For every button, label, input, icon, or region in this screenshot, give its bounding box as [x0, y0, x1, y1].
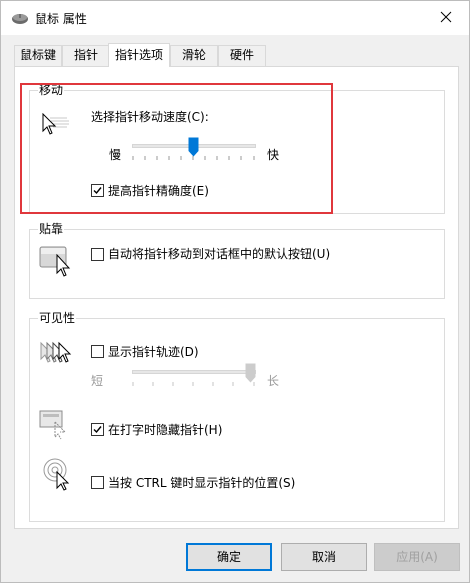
title-bar: 鼠标 属性	[1, 1, 469, 35]
trails-slider-thumb[interactable]	[245, 363, 256, 386]
hide-pointer-icon	[39, 410, 75, 443]
slow-label: 慢	[109, 148, 122, 162]
tab-hardware[interactable]: 硬件	[218, 45, 266, 66]
trails-checkbox[interactable]	[91, 345, 104, 358]
tab-label: 指针	[73, 48, 98, 62]
pointer-speed-icon	[41, 112, 71, 140]
pointer-options-panel: 移动 选择指针移动速度(C): 慢 快 提高指针精确度(E) 贴靠 自动将指针移…	[14, 66, 459, 529]
snap-to-button-icon	[39, 243, 75, 280]
window-title: 鼠标 属性	[35, 12, 87, 26]
trails-label: 显示指针轨迹(D)	[108, 345, 199, 359]
show-location-checkbox[interactable]	[91, 476, 104, 489]
close-icon	[440, 11, 452, 26]
cancel-button[interactable]: 取消	[281, 543, 367, 571]
tab-wheel[interactable]: 滑轮	[170, 45, 218, 66]
precision-checkbox[interactable]	[91, 184, 104, 197]
show-location-icon	[43, 457, 77, 494]
tab-pointer-options[interactable]: 指针选项	[108, 43, 170, 67]
apply-button[interactable]: 应用(A)	[374, 543, 460, 571]
tab-label: 滑轮	[181, 48, 206, 62]
tab-label: 硬件	[229, 48, 254, 62]
pointer-trails-icon	[39, 341, 77, 370]
tab-buttons[interactable]: 鼠标键	[14, 45, 62, 66]
speed-label: 选择指针移动速度(C):	[91, 110, 209, 124]
hide-while-typing-label: 在打字时隐藏指针(H)	[108, 423, 223, 437]
precision-label: 提高指针精确度(E)	[108, 184, 209, 198]
hide-while-typing-checkbox[interactable]	[91, 423, 104, 436]
tab-label: 鼠标键	[19, 48, 56, 62]
fast-label: 快	[267, 148, 280, 162]
checkmark-icon	[93, 426, 102, 434]
snap-group-title: 贴靠	[38, 221, 65, 237]
snap-group: 贴靠	[29, 221, 445, 299]
checkmark-icon	[93, 187, 102, 195]
trails-slider-ticks	[132, 382, 255, 386]
tab-label: 指针选项	[114, 48, 163, 62]
motion-group-title: 移动	[38, 82, 65, 98]
show-location-label: 当按 CTRL 键时显示指针的位置(S)	[108, 476, 296, 490]
visibility-group-title: 可见性	[38, 310, 77, 326]
ok-button[interactable]: 确定	[186, 543, 272, 571]
snap-checkbox[interactable]	[91, 248, 104, 261]
close-button[interactable]	[423, 1, 469, 35]
speed-slider-thumb[interactable]	[188, 137, 199, 160]
mouse-properties-dialog: 鼠标 属性 鼠标键 指针 指针选项 滑轮 硬件 移动 选择指针移动速度(C): …	[0, 0, 470, 583]
mouse-icon	[11, 11, 29, 25]
trails-slider-track[interactable]	[132, 370, 256, 374]
long-label: 长	[267, 374, 280, 388]
snap-label: 自动将指针移动到对话框中的默认按钮(U)	[108, 247, 331, 261]
short-label: 短	[91, 374, 104, 388]
tab-pointers[interactable]: 指针	[62, 45, 110, 66]
